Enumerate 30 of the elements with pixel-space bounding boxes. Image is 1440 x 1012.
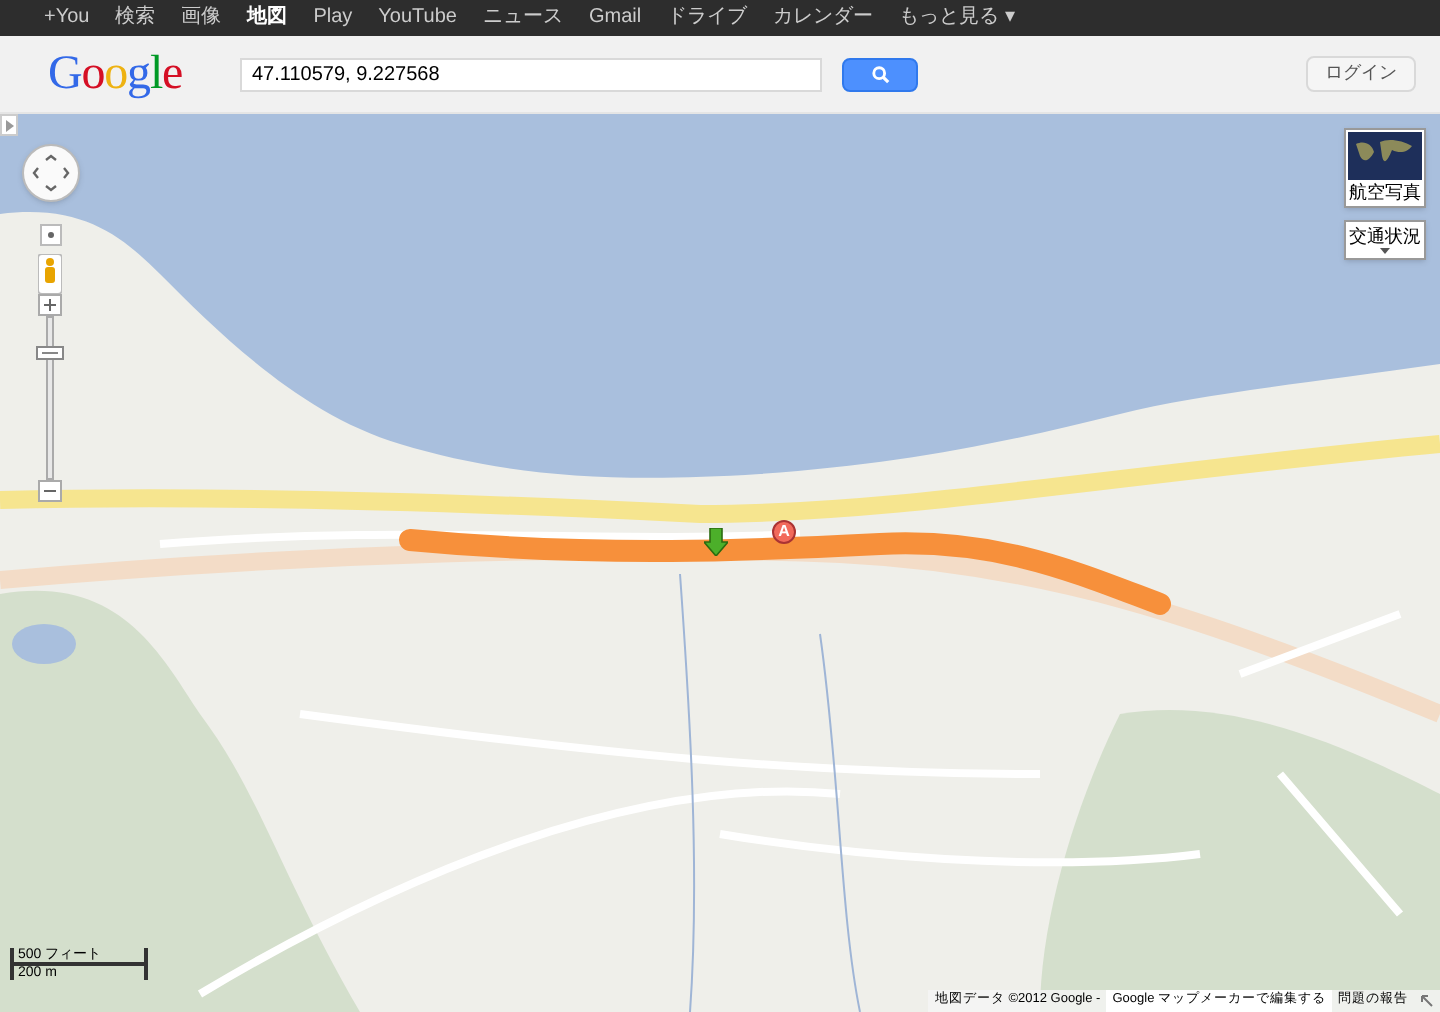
nav-link[interactable]: もっと見る ▾ bbox=[899, 8, 1015, 28]
corner-arrow-icon[interactable] bbox=[1420, 994, 1434, 1008]
reset-button[interactable] bbox=[40, 224, 62, 246]
start-arrow-icon bbox=[704, 528, 728, 556]
caret-icon bbox=[5, 119, 13, 131]
satellite-button[interactable]: 航空写真 bbox=[1344, 128, 1426, 208]
search-field[interactable]: 47.110579, 9.227568 bbox=[240, 57, 822, 91]
nav-link[interactable]: Gmail bbox=[588, 8, 642, 28]
nav-link[interactable]: ニュース bbox=[482, 8, 563, 28]
search-icon bbox=[871, 65, 889, 83]
traffic-dropdown[interactable]: 交通状況 bbox=[1344, 220, 1426, 260]
nav-link[interactable]: 検索 bbox=[115, 8, 156, 28]
search-button[interactable] bbox=[842, 57, 918, 91]
zoom-out-icon[interactable] bbox=[38, 480, 62, 502]
nav-link[interactable]: YouTube bbox=[378, 8, 457, 28]
earth-thumbnail-icon bbox=[1348, 132, 1422, 180]
nav-link[interactable]: +You bbox=[44, 8, 90, 28]
login-button[interactable]: ログイン bbox=[1306, 56, 1416, 92]
nav-link[interactable]: 画像 bbox=[181, 8, 222, 28]
nav-link[interactable]: ドライブ bbox=[667, 8, 748, 28]
zoom-in-icon[interactable] bbox=[38, 294, 62, 316]
nav-link[interactable]: 地図 bbox=[247, 8, 288, 28]
panel-toggle[interactable] bbox=[0, 114, 18, 136]
nav-link[interactable]: Play bbox=[313, 8, 353, 28]
slider-thumb[interactable] bbox=[36, 346, 64, 360]
nav-link[interactable]: カレンダー bbox=[773, 8, 874, 28]
zoom-slider[interactable] bbox=[36, 316, 64, 480]
pan-arrows-icon bbox=[32, 154, 70, 192]
google-logo[interactable]: Google bbox=[48, 50, 188, 98]
caret-icon bbox=[1380, 248, 1390, 254]
